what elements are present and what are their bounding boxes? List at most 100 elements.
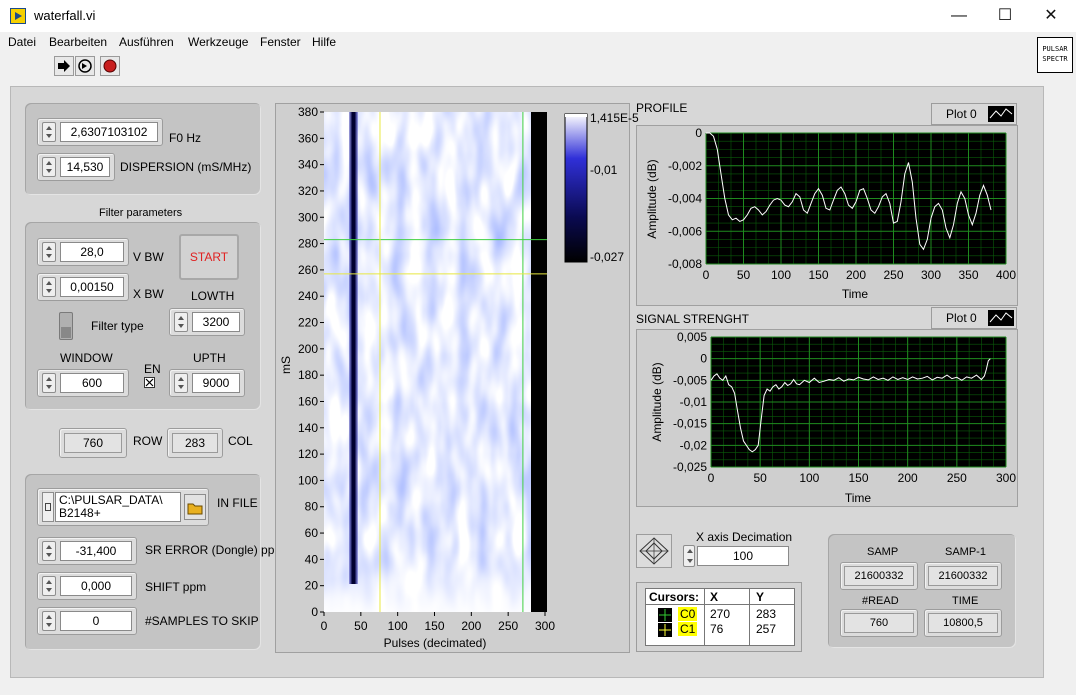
- xbw-input[interactable]: 0,00150: [60, 277, 124, 297]
- run-arrow-icon[interactable]: [54, 56, 74, 76]
- row-indicator: 760: [64, 433, 122, 453]
- x-tick-label: 250: [947, 471, 967, 485]
- cursor-row-c0[interactable]: C0: [654, 607, 702, 623]
- profile-plot[interactable]: 0 50 100 150 200 250 300 350 400 0 -0,002 -0,004 -0,…: [636, 125, 1018, 306]
- menu-hilfe[interactable]: Hilfe: [312, 35, 336, 49]
- horizontal-scrollbar[interactable]: [0, 682, 1076, 695]
- window-input[interactable]: 600: [60, 373, 124, 393]
- waterfall-x-tick-label: 300: [535, 619, 555, 633]
- maximize-button[interactable]: ☐: [982, 0, 1028, 32]
- dispersion-stepper[interactable]: [42, 157, 56, 177]
- en-checkbox[interactable]: [144, 377, 155, 388]
- waterfall-y-tick-label: 100: [298, 473, 318, 487]
- shift-input[interactable]: 0,000: [60, 576, 132, 596]
- cursor-mover-icon: [639, 537, 669, 565]
- f0-input[interactable]: 2,6307103102: [60, 122, 158, 142]
- dispersion-input[interactable]: 14,530: [60, 157, 110, 177]
- waterfall-y-tick-label: 220: [298, 316, 318, 330]
- cursor-header-name: Cursors:: [649, 590, 700, 604]
- x-tick-label: 200: [846, 268, 866, 282]
- cursor-row-c1[interactable]: C1: [654, 622, 702, 638]
- y-tick-label: 0: [695, 126, 702, 140]
- window-label: WINDOW: [60, 351, 113, 365]
- frequency-group: [25, 103, 261, 195]
- plot-line-icon: [988, 310, 1014, 326]
- upth-label: UPTH: [193, 351, 226, 365]
- menu-ausfuehren[interactable]: Ausführen: [119, 35, 174, 49]
- sr-error-stepper[interactable]: [42, 541, 56, 561]
- menu-werkzeuge[interactable]: Werkzeuge: [188, 35, 248, 49]
- signal-plot[interactable]: 0 50 100 150 200 250 300 0,005 0 -0,005 -0,01 -0,01…: [636, 329, 1018, 507]
- col-indicator: 283: [172, 433, 218, 453]
- filter-type-label: Filter type: [91, 319, 144, 333]
- vbw-label: V BW: [133, 250, 164, 264]
- profile-plot-legend[interactable]: Plot 0: [931, 103, 1017, 125]
- col-label: COL: [228, 434, 253, 448]
- vbw-stepper[interactable]: [42, 242, 56, 262]
- y-tick-label: 0: [700, 352, 707, 366]
- upth-stepper[interactable]: [174, 373, 188, 393]
- start-button[interactable]: START: [179, 234, 239, 280]
- vertical-scrollbar[interactable]: [1059, 82, 1076, 682]
- x-decimation-input[interactable]: 100: [697, 546, 789, 566]
- in-file-label: IN FILE: [217, 496, 258, 510]
- waterfall-y-tick-label: 280: [298, 237, 318, 251]
- cursor-c1-x: 76: [710, 622, 724, 636]
- color-scale-top: [565, 114, 587, 117]
- sr-error-input[interactable]: -31,400: [60, 541, 132, 561]
- read-indicator: 760: [844, 613, 914, 633]
- signal-legend-label: Plot 0: [946, 311, 977, 325]
- abort-icon[interactable]: [100, 56, 120, 76]
- upth-input[interactable]: 9000: [192, 373, 240, 393]
- waterfall-y-tick-label: 240: [298, 289, 318, 303]
- window-title: waterfall.vi: [34, 8, 96, 23]
- minimize-button[interactable]: —: [936, 0, 982, 32]
- x-tick-label: 100: [771, 268, 791, 282]
- signal-y-label: Amplitude (dB): [650, 362, 664, 441]
- waterfall-y-tick-label: 140: [298, 421, 318, 435]
- shift-stepper[interactable]: [42, 576, 56, 596]
- signal-x-label: Time: [845, 491, 872, 505]
- menu-fenster[interactable]: Fenster: [260, 35, 301, 49]
- folder-icon[interactable]: [184, 494, 206, 520]
- path-browse-toggle[interactable]: [42, 492, 54, 522]
- waterfall-y-tick-label: 60: [305, 526, 319, 540]
- waterfall-y-tick-label: 360: [298, 131, 318, 145]
- y-tick-label: -0,004: [668, 192, 702, 206]
- x-tick-label: 200: [898, 471, 918, 485]
- waterfall-y-tick-label: 120: [298, 447, 318, 461]
- menu-datei[interactable]: Datei: [8, 35, 36, 49]
- x-tick-label: 100: [799, 471, 819, 485]
- x-decimation-stepper[interactable]: [683, 545, 695, 567]
- shift-label: SHIFT ppm: [145, 580, 207, 594]
- file-path-line2: B2148+: [59, 506, 101, 520]
- run-continuous-icon[interactable]: [75, 56, 95, 76]
- y-tick-label: -0,002: [668, 159, 702, 173]
- filter-type-switch[interactable]: [59, 312, 73, 340]
- vbw-input[interactable]: 28,0: [60, 242, 124, 262]
- cursor-table-header: Cursors: X Y: [646, 589, 794, 605]
- cursor-mover-button[interactable]: [636, 534, 672, 568]
- crosshair-icon: [658, 608, 672, 622]
- x-tick-label: 250: [883, 268, 903, 282]
- xbw-stepper[interactable]: [42, 277, 56, 297]
- vi-icon-line1: PULSAR: [1042, 45, 1068, 53]
- close-button[interactable]: ✕: [1028, 0, 1074, 32]
- file-path-input[interactable]: C:\PULSAR_DATA\ B2148+: [55, 492, 181, 522]
- skip-input[interactable]: 0: [60, 611, 132, 631]
- x-tick-label: 400: [996, 268, 1016, 282]
- x-decimation-label: X axis Decimation: [696, 530, 793, 544]
- f0-stepper[interactable]: [42, 122, 56, 142]
- skip-stepper[interactable]: [42, 611, 56, 631]
- y-tick-label: -0,015: [673, 417, 707, 431]
- lowth-input[interactable]: 3200: [192, 312, 240, 332]
- colorbar-tick-max: 1,415E-5: [590, 111, 639, 125]
- time-label: TIME: [952, 595, 979, 607]
- x-tick-label: 150: [808, 268, 828, 282]
- menu-bearbeiten[interactable]: Bearbeiten: [49, 35, 107, 49]
- waterfall-y-tick-label: 320: [298, 184, 318, 198]
- waterfall-y-tick-label: 260: [298, 263, 318, 277]
- lowth-stepper[interactable]: [174, 312, 188, 332]
- signal-plot-legend[interactable]: Plot 0: [931, 307, 1017, 329]
- window-stepper[interactable]: [42, 373, 56, 393]
